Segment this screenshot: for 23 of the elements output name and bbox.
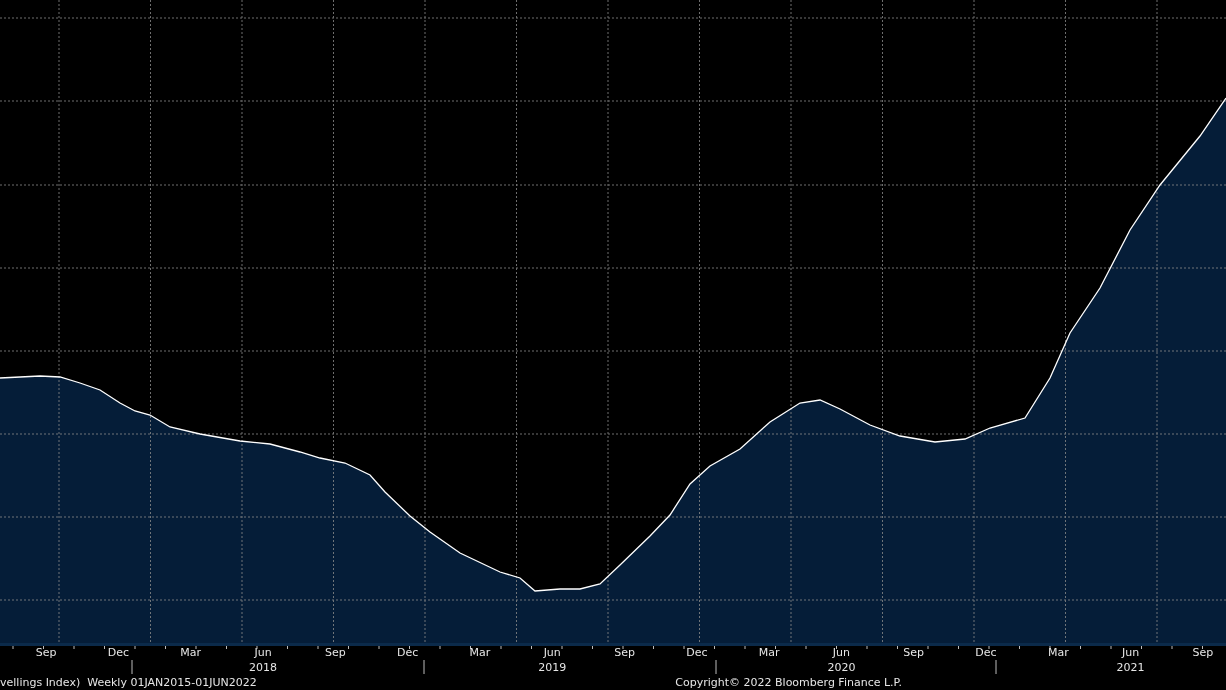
month-label: Sep: [614, 646, 635, 661]
month-label: Mar: [180, 646, 202, 661]
year-label: 2018: [249, 661, 278, 675]
month-label: Jun: [832, 646, 850, 661]
month-label: Mar: [1047, 646, 1069, 661]
month-label: Mar: [469, 646, 491, 661]
month-label: Sep: [1192, 646, 1214, 661]
month-label: Dec: [686, 646, 708, 661]
month-label: Jun: [254, 646, 272, 661]
month-label: Sep: [903, 646, 925, 661]
month-label: Jun: [543, 646, 561, 661]
year-label: 2019: [538, 661, 567, 675]
year-label: 2020: [827, 661, 856, 675]
copyright-text: Copyright© 2022 Bloomberg Finance L.P.: [675, 675, 902, 689]
month-label: Jun: [1122, 646, 1140, 661]
month-label: Dec: [975, 646, 997, 661]
year-label: 2021: [1116, 661, 1145, 675]
month-label: Dec: [107, 646, 130, 661]
series-description: vellings Index) Weekly 01JAN2015-01JUN2022: [0, 675, 257, 689]
month-label: Sep: [35, 646, 57, 661]
month-label: Sep: [324, 646, 346, 661]
month-label: Dec: [397, 646, 419, 661]
month-label: Mar: [758, 646, 780, 661]
